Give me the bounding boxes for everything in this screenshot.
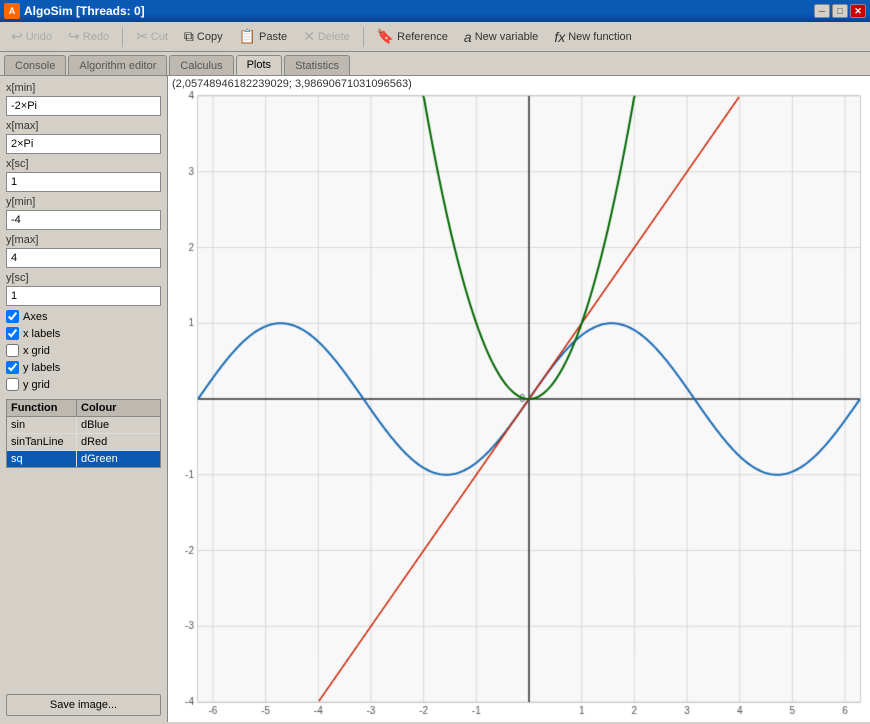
delete-icon: ✕ xyxy=(303,28,315,45)
undo-button[interactable]: ↩ Undo xyxy=(4,26,59,48)
separator-2 xyxy=(363,27,364,47)
ymax-group: y[max] xyxy=(6,234,161,268)
redo-button[interactable]: ↪ Redo xyxy=(61,26,116,48)
x-grid-checkbox-row[interactable]: x grid xyxy=(6,344,161,357)
y-labels-checkbox[interactable] xyxy=(6,361,19,374)
x-grid-label: x grid xyxy=(23,345,50,357)
y-labels-checkbox-row[interactable]: y labels xyxy=(6,361,161,374)
title-bar-left: A AlgoSim [Threads: 0] xyxy=(4,3,145,19)
func-name-sq: sq xyxy=(7,451,77,467)
close-button[interactable]: ✕ xyxy=(850,4,866,18)
ymax-input[interactable] xyxy=(6,248,161,268)
ymin-input[interactable] xyxy=(6,210,161,230)
ymax-label: y[max] xyxy=(6,234,161,246)
func-color-sq: dGreen xyxy=(77,451,160,467)
x-labels-checkbox[interactable] xyxy=(6,327,19,340)
func-color-sin: dBlue xyxy=(77,417,160,433)
function-table-header: Function Colour xyxy=(7,400,160,417)
xmax-label: x[max] xyxy=(6,120,161,132)
col-header-function: Function xyxy=(7,400,77,416)
xmin-input[interactable] xyxy=(6,96,161,116)
x-grid-checkbox[interactable] xyxy=(6,344,19,357)
function-table: Function Colour sin dBlue sinTanLine dRe… xyxy=(6,399,161,468)
left-panel: x[min] x[max] x[sc] y[min] y[max] y[sc] xyxy=(0,76,168,722)
xmin-group: x[min] xyxy=(6,82,161,116)
tab-calculus[interactable]: Calculus xyxy=(169,55,233,75)
title-bar: A AlgoSim [Threads: 0] ─ □ ✕ xyxy=(0,0,870,22)
y-grid-checkbox[interactable] xyxy=(6,378,19,391)
axes-checkbox-row[interactable]: Axes xyxy=(6,310,161,323)
tab-statistics[interactable]: Statistics xyxy=(284,55,350,75)
cut-icon: ✂ xyxy=(136,28,148,45)
save-image-button[interactable]: Save image... xyxy=(6,694,161,716)
copy-icon: ⧉ xyxy=(184,28,194,45)
plot-area[interactable]: (2,05748946182239029; 3,9869067103109656… xyxy=(168,76,870,722)
delete-button[interactable]: ✕ Delete xyxy=(296,26,357,48)
reference-button[interactable]: 🔖 Reference xyxy=(370,26,455,48)
title-bar-buttons: ─ □ ✕ xyxy=(814,4,866,18)
redo-icon: ↪ xyxy=(68,28,80,45)
undo-icon: ↩ xyxy=(11,28,23,45)
maximize-button[interactable]: □ xyxy=(832,4,848,18)
tab-console[interactable]: Console xyxy=(4,55,66,75)
axes-checkbox[interactable] xyxy=(6,310,19,323)
tab-algorithm-editor[interactable]: Algorithm editor xyxy=(68,55,167,75)
plot-canvas[interactable] xyxy=(168,76,870,722)
y-grid-checkbox-row[interactable]: y grid xyxy=(6,378,161,391)
func-name-sinTanLine: sinTanLine xyxy=(7,434,77,450)
window-title: AlgoSim [Threads: 0] xyxy=(24,4,145,18)
ymin-group: y[min] xyxy=(6,196,161,230)
x-labels-checkbox-row[interactable]: x labels xyxy=(6,327,161,340)
new-variable-button[interactable]: a New variable xyxy=(457,26,545,48)
xsc-input[interactable] xyxy=(6,172,161,192)
copy-button[interactable]: ⧉ Copy xyxy=(177,26,230,48)
table-row[interactable]: sq dGreen xyxy=(7,451,160,467)
paste-icon: 📋 xyxy=(239,28,256,45)
axes-label: Axes xyxy=(23,311,47,323)
y-grid-label: y grid xyxy=(23,379,50,391)
reference-icon: 🔖 xyxy=(377,28,394,45)
y-labels-label: y labels xyxy=(23,362,60,374)
xmax-input[interactable] xyxy=(6,134,161,154)
app-logo: A xyxy=(4,3,20,19)
func-name-sin: sin xyxy=(7,417,77,433)
variable-icon: a xyxy=(464,29,472,45)
new-function-button[interactable]: fx New function xyxy=(547,26,638,48)
cut-button[interactable]: ✂ Cut xyxy=(129,26,175,48)
xmin-label: x[min] xyxy=(6,82,161,94)
ysc-input[interactable] xyxy=(6,286,161,306)
xsc-group: x[sc] xyxy=(6,158,161,192)
separator-1 xyxy=(122,27,123,47)
plot-coordinates: (2,05748946182239029; 3,9869067103109656… xyxy=(172,78,412,90)
func-color-sinTanLine: dRed xyxy=(77,434,160,450)
x-labels-label: x labels xyxy=(23,328,60,340)
col-header-colour: Colour xyxy=(77,400,160,416)
table-row[interactable]: sin dBlue xyxy=(7,417,160,434)
ysc-group: y[sc] xyxy=(6,272,161,306)
tab-bar: Console Algorithm editor Calculus Plots … xyxy=(0,52,870,76)
paste-button[interactable]: 📋 Paste xyxy=(232,26,295,48)
function-icon: fx xyxy=(554,29,565,45)
xsc-label: x[sc] xyxy=(6,158,161,170)
xmax-group: x[max] xyxy=(6,120,161,154)
toolbar: ↩ Undo ↪ Redo ✂ Cut ⧉ Copy 📋 Paste ✕ Del… xyxy=(0,22,870,52)
ymin-label: y[min] xyxy=(6,196,161,208)
minimize-button[interactable]: ─ xyxy=(814,4,830,18)
ysc-label: y[sc] xyxy=(6,272,161,284)
table-row[interactable]: sinTanLine dRed xyxy=(7,434,160,451)
main-content: x[min] x[max] x[sc] y[min] y[max] y[sc] xyxy=(0,76,870,722)
tab-plots[interactable]: Plots xyxy=(236,55,282,75)
